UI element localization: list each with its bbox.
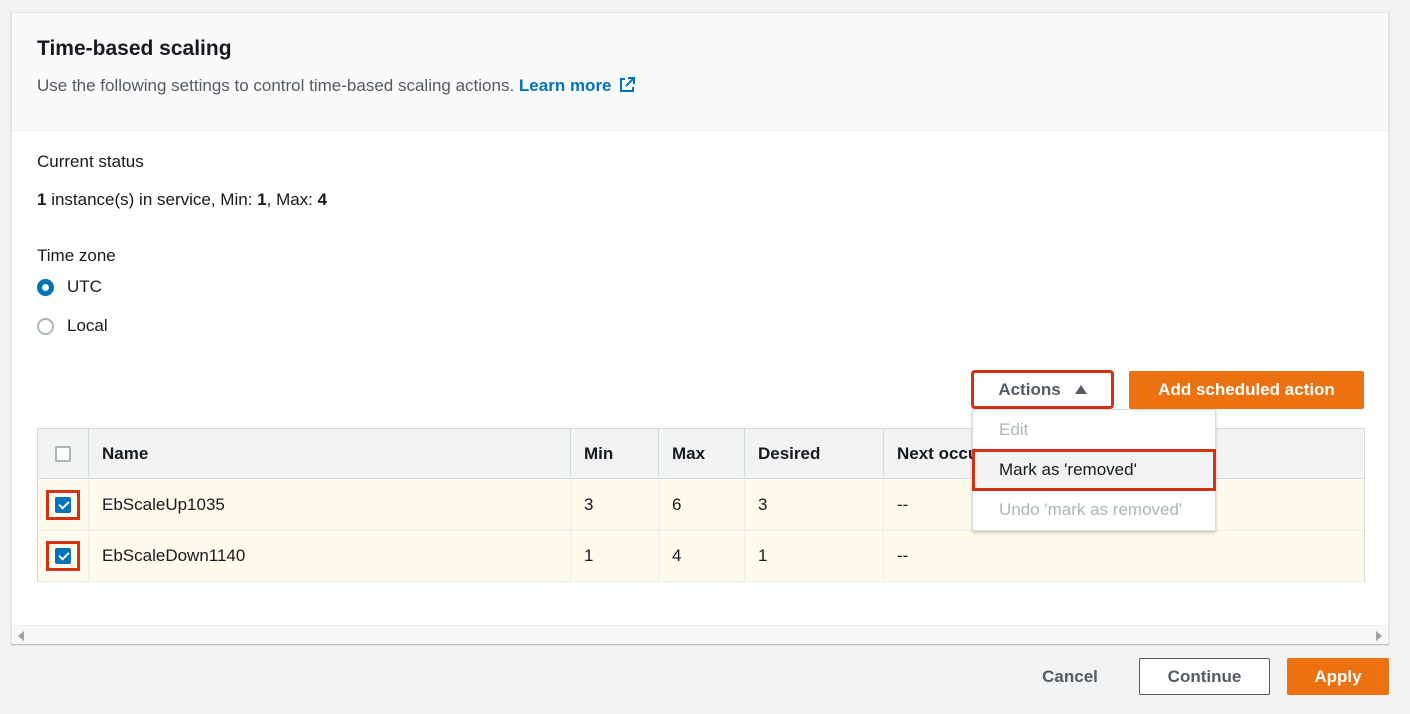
header-min[interactable]: Min	[570, 429, 658, 478]
min-count: 1	[257, 190, 267, 209]
header-desired[interactable]: Desired	[744, 429, 883, 478]
cell-name: EbScaleDown1140	[88, 531, 570, 581]
row-checkbox-highlight	[46, 490, 80, 520]
horizontal-scrollbar[interactable]	[12, 625, 1388, 644]
cell-desired: 1	[744, 531, 883, 581]
instances-text: instance(s) in service, Min:	[46, 190, 258, 209]
header-max[interactable]: Max	[658, 429, 744, 478]
learn-more-link[interactable]: Learn more	[519, 76, 636, 95]
caret-up-icon	[1074, 385, 1087, 394]
max-text: , Max:	[266, 190, 318, 209]
actions-dropdown-menu: Edit Mark as 'removed' Undo 'mark as rem…	[972, 409, 1216, 531]
add-scheduled-action-button[interactable]: Add scheduled action	[1129, 371, 1364, 409]
continue-button[interactable]: Continue	[1139, 658, 1270, 695]
cell-min: 1	[570, 531, 658, 581]
panel-header: Time-based scaling Use the following set…	[12, 13, 1388, 131]
radio-utc-label: UTC	[67, 277, 102, 296]
cell-min: 3	[570, 480, 658, 530]
table-row[interactable]: EbScaleDown1140 1 4 1 --	[38, 531, 1364, 582]
select-all-cell	[38, 429, 88, 478]
time-based-scaling-panel: Time-based scaling Use the following set…	[11, 12, 1389, 644]
scroll-left-icon[interactable]	[18, 631, 24, 641]
cell-next: --	[883, 531, 1364, 581]
panel-title: Time-based scaling	[37, 37, 232, 60]
select-all-checkbox[interactable]	[55, 445, 71, 462]
menu-item-edit[interactable]: Edit	[973, 410, 1215, 450]
max-count: 4	[317, 190, 328, 209]
cell-name: EbScaleUp1035	[88, 480, 570, 530]
row-select-cell	[38, 480, 88, 530]
scroll-right-icon[interactable]	[1376, 631, 1382, 641]
radio-local[interactable]: Local	[37, 316, 108, 336]
actions-label: Actions	[998, 379, 1061, 399]
row-checkbox[interactable]	[55, 548, 71, 564]
time-zone-label: Time zone	[37, 246, 116, 265]
cancel-button[interactable]: Cancel	[1020, 660, 1120, 694]
learn-more-label: Learn more	[518, 76, 612, 95]
menu-item-undo-mark-removed[interactable]: Undo 'mark as removed'	[973, 490, 1215, 530]
actions-button[interactable]: Actions	[971, 370, 1114, 409]
panel-description: Use the following settings to control ti…	[37, 76, 636, 99]
radio-utc[interactable]: UTC	[37, 277, 102, 297]
cell-max: 6	[658, 480, 744, 530]
cell-max: 4	[658, 531, 744, 581]
row-checkbox-highlight	[46, 541, 80, 571]
header-name[interactable]: Name	[88, 429, 570, 478]
external-link-icon	[618, 76, 636, 99]
radio-local-label: Local	[67, 316, 108, 335]
menu-item-mark-removed[interactable]: Mark as 'removed'	[972, 449, 1216, 491]
row-checkbox[interactable]	[55, 497, 71, 513]
panel-description-text: Use the following settings to control ti…	[37, 76, 515, 95]
status-text: 1 instance(s) in service, Min: 1, Max: 4	[37, 190, 327, 210]
current-status-label: Current status	[37, 152, 144, 171]
radio-local-indicator[interactable]	[37, 317, 54, 335]
radio-utc-indicator[interactable]	[37, 278, 54, 296]
apply-button[interactable]: Apply	[1287, 658, 1389, 695]
cell-desired: 3	[744, 480, 883, 530]
row-select-cell	[38, 531, 88, 581]
